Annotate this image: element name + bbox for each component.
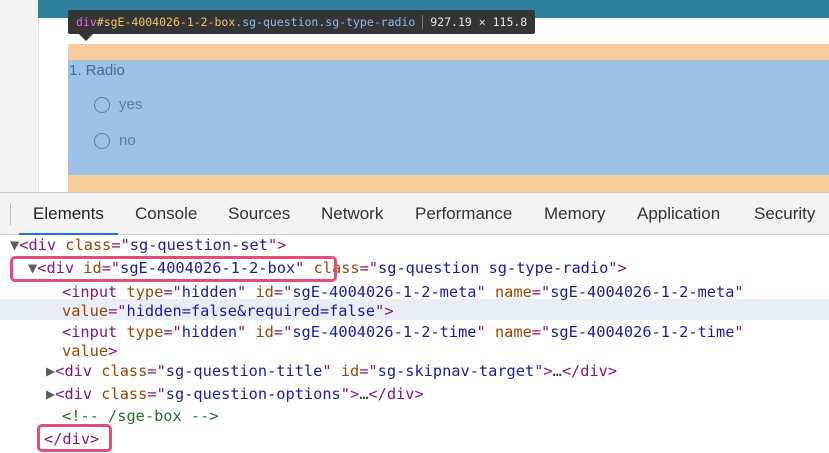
dom-node-input-time[interactable]: <input type="hidden" id="sgE-4004026-1-2… <box>62 322 744 342</box>
tab-security[interactable]: Security <box>754 193 815 234</box>
tooltip-id: #sgE-4004026-1-2-box <box>96 15 236 29</box>
collapsed-triangle-icon[interactable]: ▶ <box>46 385 55 403</box>
tab-elements[interactable]: Elements <box>19 193 118 235</box>
radio-circle-icon[interactable] <box>94 132 110 149</box>
tooltip-classes: .sg-question.sg-type-radio <box>235 15 416 29</box>
tab-performance[interactable]: Performance <box>415 193 512 234</box>
devtools-panel: Elements Console Sources Network Perform… <box>0 192 829 453</box>
tab-sources[interactable]: Sources <box>228 193 290 234</box>
dom-node-question-set[interactable]: ▼<div class="sg-question-set"> <box>10 235 286 255</box>
dom-tree: ▼<div class="sg-question-set"> ▼<div id=… <box>0 234 829 453</box>
radio-option-label: yes <box>119 96 143 113</box>
collapsed-triangle-icon[interactable]: ▶ <box>46 362 55 380</box>
annotation-highlight-open-tag <box>10 256 337 282</box>
expand-triangle-icon[interactable]: ▼ <box>10 236 19 254</box>
margin-overlay-top <box>68 44 829 60</box>
tooltip-arrow <box>79 34 93 41</box>
dom-node-question-title[interactable]: ▶<div class="sg-question-title" id="sg-s… <box>46 361 617 381</box>
tooltip-dimensions: 927.19 × 115.8 <box>430 15 528 29</box>
tab-console[interactable]: Console <box>135 193 197 234</box>
radio-circle-icon[interactable] <box>94 96 110 113</box>
highlighted-question-box <box>68 60 829 175</box>
dom-node-input-meta-value[interactable]: value="hidden=false&required=false"> <box>62 301 394 321</box>
dom-node-question-options[interactable]: ▶<div class="sg-question-options">…</div… <box>46 384 424 404</box>
dom-node-input-time-value[interactable]: value> <box>62 341 117 361</box>
tab-memory[interactable]: Memory <box>544 193 605 234</box>
left-gutter <box>0 0 39 192</box>
tab-network[interactable]: Network <box>321 193 383 234</box>
annotation-highlight-close-tag <box>37 424 112 452</box>
tooltip-tag: div <box>76 15 97 29</box>
page-viewport: 1. Radio yes no div #sgE-4004026-1-2-box.… <box>0 0 829 192</box>
dom-comment[interactable]: <!-- /sge-box --> <box>62 406 219 426</box>
radio-option-label: no <box>119 132 136 149</box>
radio-option-no[interactable]: no <box>94 132 136 149</box>
devtools-tabbar: Elements Console Sources Network Perform… <box>0 193 829 235</box>
radio-option-yes[interactable]: yes <box>94 96 142 113</box>
question-title: 1. Radio <box>69 62 125 79</box>
tabbar-separator <box>10 203 11 225</box>
tooltip-separator <box>422 15 424 29</box>
margin-overlay-bottom <box>68 175 829 192</box>
tab-application[interactable]: Application <box>637 193 720 234</box>
element-inspect-tooltip: div #sgE-4004026-1-2-box .sg-question.sg-t… <box>68 10 536 34</box>
dom-node-input-meta[interactable]: <input type="hidden" id="sgE-4004026-1-2… <box>62 282 744 302</box>
